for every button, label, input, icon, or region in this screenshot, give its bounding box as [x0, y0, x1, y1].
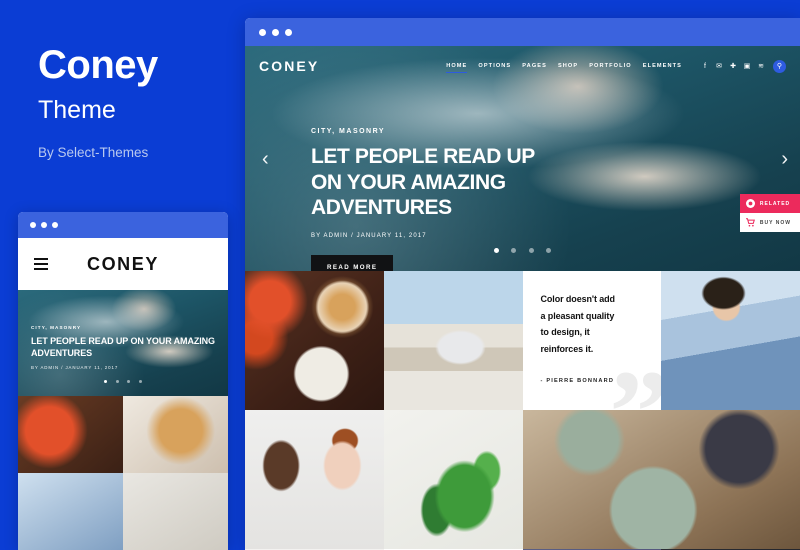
- slider-prev-arrow-icon[interactable]: ‹: [262, 149, 269, 169]
- tile-image: [383, 271, 523, 410]
- mobile-window-titlebar: [18, 212, 228, 238]
- window-dot-close[interactable]: [259, 28, 266, 36]
- hero-title-line: ADVENTURES: [311, 196, 452, 220]
- hero-title-line: ON YOUR AMAZING: [311, 170, 506, 194]
- tile-image: [522, 410, 800, 549]
- promo-block: Coney Theme By Select-Themes: [38, 45, 238, 160]
- slider-dot[interactable]: [546, 248, 552, 253]
- quote-line: Color doesn't add: [540, 294, 616, 304]
- m-tile-cup[interactable]: [123, 473, 228, 550]
- mobile-slider-dot[interactable]: [127, 380, 131, 383]
- tile-image: [383, 410, 523, 549]
- window-dot-close[interactable]: [30, 222, 36, 228]
- tile-trailer-desert[interactable]: [383, 271, 523, 410]
- m-tile-flowers[interactable]: [18, 396, 123, 473]
- related-badge[interactable]: RELATED: [739, 194, 800, 213]
- mobile-slider-dots[interactable]: [18, 370, 228, 388]
- promo-subtitle: Theme: [38, 96, 116, 124]
- nav-item-home[interactable]: HOME: [446, 63, 468, 73]
- nav-item-shop[interactable]: SHOP: [558, 63, 578, 69]
- hero-title-line: LET PEOPLE READ UP: [311, 145, 535, 168]
- window-dot-maximize[interactable]: [285, 28, 292, 36]
- nav-item-pages[interactable]: PAGES: [522, 63, 547, 69]
- hero-slider: CONEY HOME OPTIONS PAGES SHOP PORTFOLIO …: [245, 46, 800, 271]
- slider-dot[interactable]: [511, 248, 517, 253]
- mobile-slider-dot[interactable]: [104, 380, 108, 383]
- window-dot-minimize[interactable]: [41, 222, 47, 228]
- slider-next-arrow-icon[interactable]: ›: [781, 149, 788, 169]
- slider-dot[interactable]: [493, 248, 499, 253]
- mobile-preview-window: CONEY CITY, MASONRY LET PEOPLE READ UP O…: [18, 212, 228, 550]
- tile-image: [245, 410, 384, 549]
- desktop-window-titlebar: [245, 18, 800, 46]
- hero-title[interactable]: LET PEOPLE READ UP ON YOUR AMAZING ADVEN…: [311, 144, 535, 221]
- hero-meta: BY ADMIN / JANUARY 11, 2017: [311, 232, 427, 239]
- masonry-portfolio-grid: Color doesn't add a pleasant quality to …: [245, 271, 800, 550]
- rss-icon[interactable]: ≋: [757, 62, 765, 70]
- mobile-brand-logo[interactable]: CONEY: [18, 254, 228, 275]
- quote-line: reinforces it.: [540, 343, 594, 354]
- tile-denim-model[interactable]: [661, 271, 800, 410]
- dribbble-icon[interactable]: ✚: [729, 62, 737, 70]
- mobile-hero-title-line: ADVENTURES: [31, 347, 93, 358]
- circle-dot-icon: [745, 199, 755, 208]
- mobile-hero-slider: CITY, MASONRY LET PEOPLE READ UP ON YOUR…: [18, 290, 228, 396]
- related-badge-label: RELATED: [759, 200, 791, 207]
- cart-icon: [745, 218, 755, 227]
- quote-line: to design, it: [540, 327, 590, 338]
- tile-two-faces[interactable]: [245, 410, 384, 549]
- tile-image: [661, 271, 800, 410]
- mobile-header: CONEY: [18, 238, 228, 290]
- m-tile-coffee[interactable]: [18, 473, 123, 550]
- tile-breakfast-bowl[interactable]: [522, 410, 800, 549]
- mobile-hero-category[interactable]: CITY, MASONRY: [31, 325, 218, 330]
- m-tile-pastry[interactable]: [123, 396, 228, 473]
- hero-category[interactable]: CITY, MASONRY: [311, 128, 535, 135]
- mobile-hero-text: CITY, MASONRY LET PEOPLE READ UP ON YOUR…: [31, 325, 218, 370]
- nav-item-elements[interactable]: ELEMENTS: [643, 63, 682, 69]
- slider-dot[interactable]: [528, 248, 534, 253]
- site-brand-logo[interactable]: CONEY: [259, 58, 319, 74]
- site-header: CONEY HOME OPTIONS PAGES SHOP PORTFOLIO …: [245, 46, 800, 86]
- slider-dots[interactable]: [245, 240, 800, 258]
- search-icon[interactable]: ⚲: [773, 59, 786, 73]
- nav-item-options[interactable]: OPTIONS: [478, 63, 511, 69]
- tile-pastry-coffee[interactable]: [245, 271, 384, 410]
- buy-now-badge[interactable]: BUY NOW: [739, 213, 800, 232]
- mobile-slider-dot[interactable]: [115, 380, 119, 383]
- main-navigation: HOME OPTIONS PAGES SHOP PORTFOLIO ELEMEN…: [435, 59, 786, 73]
- mobile-slider-dot[interactable]: [138, 380, 142, 383]
- page-title: Coney: [38, 43, 158, 87]
- promo-byline: By Select-Themes: [38, 145, 149, 160]
- mobile-hero-title-line: LET PEOPLE READ UP ON YOUR AMAZING: [31, 335, 215, 346]
- window-dot-maximize[interactable]: [52, 222, 58, 228]
- vimeo-icon[interactable]: ▣: [743, 62, 751, 70]
- quote-text: Color doesn't add a pleasant quality to …: [541, 291, 644, 358]
- tile-quote[interactable]: Color doesn't add a pleasant quality to …: [522, 271, 662, 410]
- window-dot-minimize[interactable]: [272, 28, 279, 36]
- desktop-preview-window: CONEY HOME OPTIONS PAGES SHOP PORTFOLIO …: [245, 18, 800, 550]
- tile-image: [245, 271, 384, 410]
- mobile-hero-title[interactable]: LET PEOPLE READ UP ON YOUR AMAZING ADVEN…: [31, 335, 218, 359]
- facebook-icon[interactable]: f: [701, 62, 709, 70]
- twitter-icon[interactable]: ✉: [715, 62, 723, 70]
- floating-badges: RELATED BUY NOW: [739, 194, 800, 232]
- tile-green-plant[interactable]: [383, 410, 523, 549]
- quote-author: - PIERRE BONNARD: [540, 377, 615, 384]
- mobile-tile-grid: [18, 396, 228, 550]
- quote-line: a pleasant quality: [540, 310, 615, 321]
- social-links: f ✉ ✚ ▣ ≋ ⚲: [695, 59, 786, 73]
- buy-now-badge-label: BUY NOW: [759, 219, 791, 226]
- nav-item-portfolio[interactable]: PORTFOLIO: [589, 63, 632, 69]
